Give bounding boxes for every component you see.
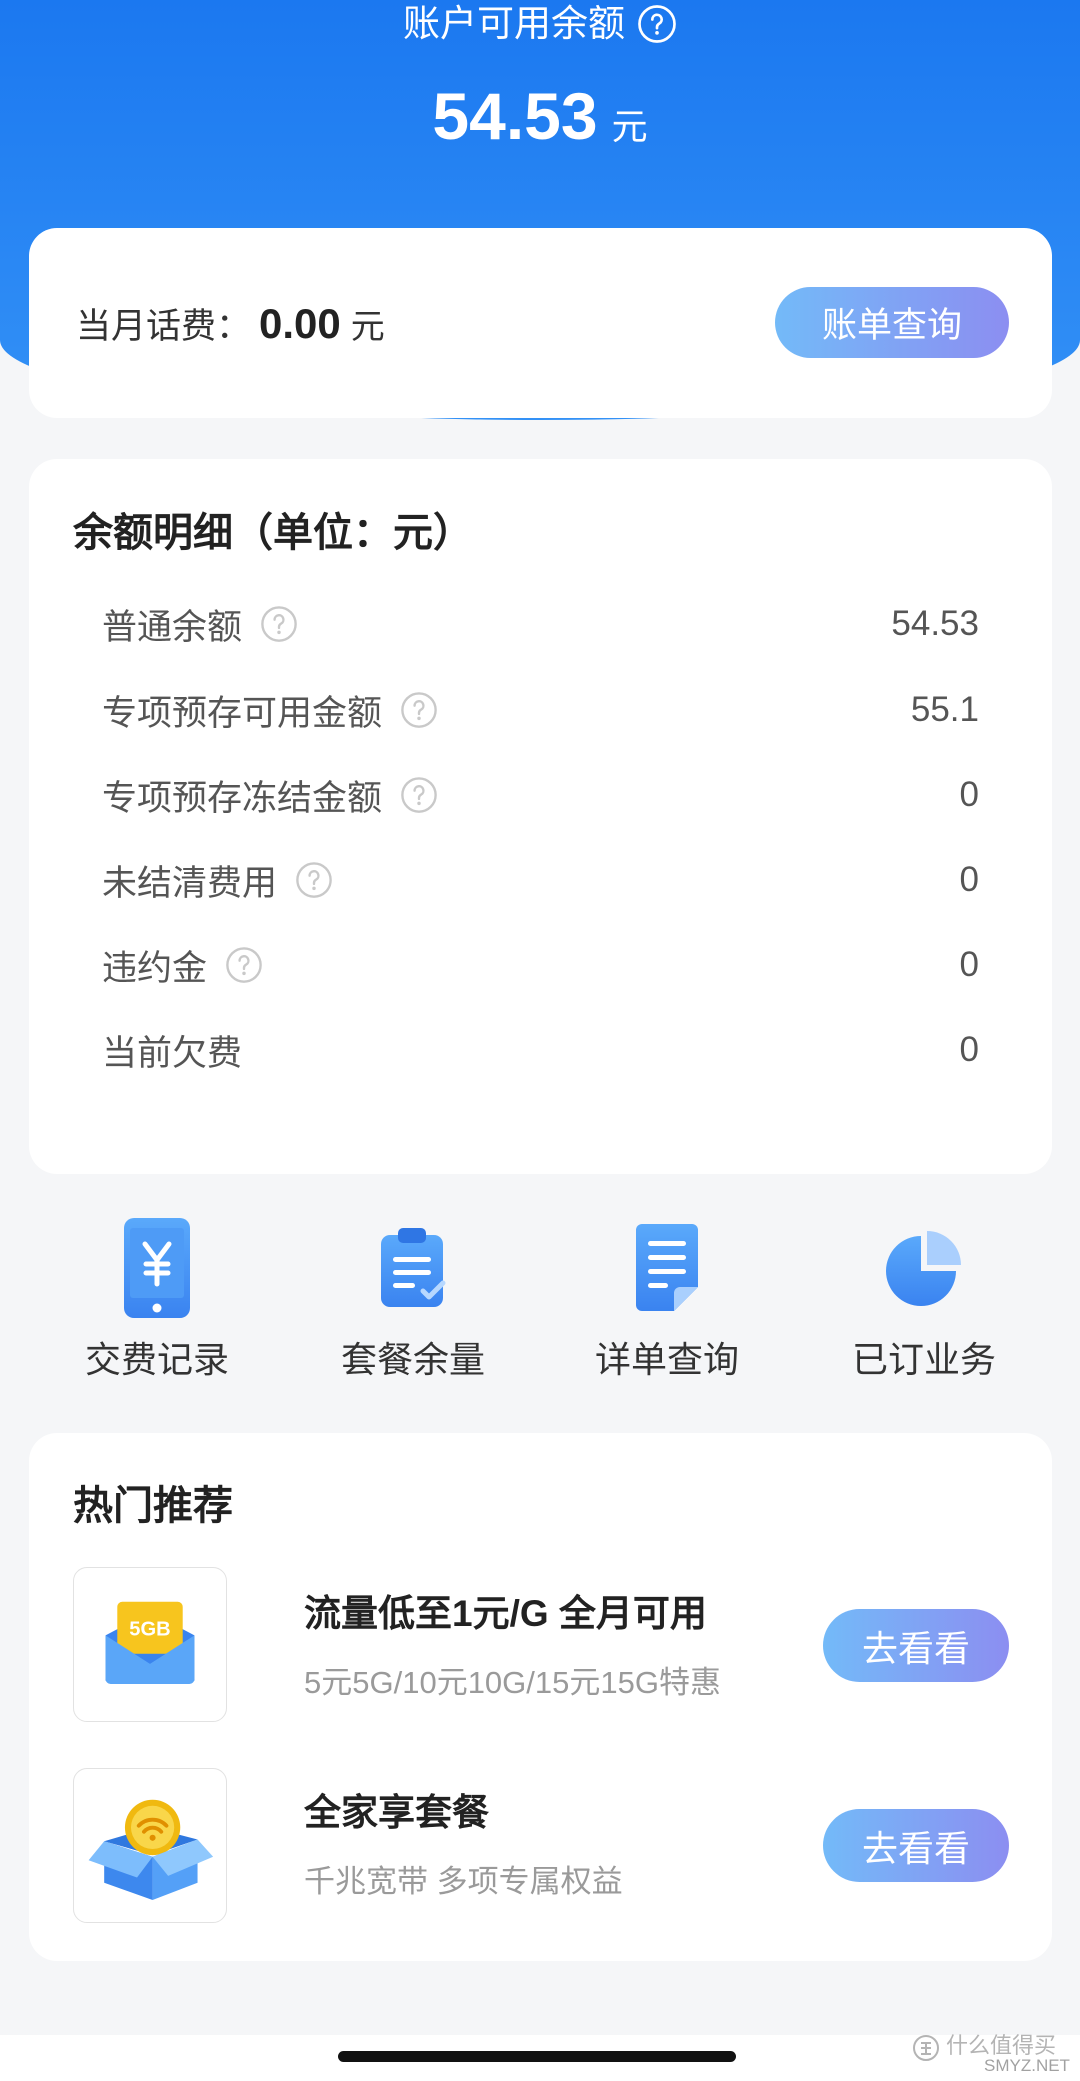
shortcut-plan-remaining[interactable]: 套餐余量 bbox=[303, 1205, 523, 1390]
detail-row: 普通余额 54.53 bbox=[102, 594, 979, 654]
document-list-icon bbox=[636, 1224, 698, 1311]
view-button[interactable]: 去看看 bbox=[823, 1609, 1009, 1682]
detail-row-value: 0 bbox=[959, 775, 979, 814]
detail-row-label: 专项预存冻结金额 bbox=[102, 778, 383, 818]
monthly-fee-line: 当月话费： 0.00 元 bbox=[76, 294, 385, 354]
detail-row-value: 55.1 bbox=[910, 690, 979, 729]
available-balance: 54.53 元 bbox=[0, 78, 1080, 154]
monthly-fee-amount: 0.00 bbox=[259, 300, 341, 347]
question-circle-icon[interactable] bbox=[400, 776, 438, 814]
bill-query-button[interactable]: 账单查询 bbox=[775, 287, 1009, 358]
shortcut-label: 套餐余量 bbox=[340, 1339, 485, 1380]
monthly-fee-label: 当月话费： bbox=[76, 307, 252, 346]
header-title-row: 账户可用余额 bbox=[0, 0, 1080, 48]
question-circle-icon[interactable] bbox=[260, 605, 298, 643]
detail-row-label: 普通余额 bbox=[102, 607, 243, 647]
question-circle-icon[interactable] bbox=[637, 4, 677, 44]
header-title: 账户可用余额 bbox=[403, 3, 625, 44]
shortcut-label: 交费记录 bbox=[84, 1339, 229, 1380]
question-circle-icon[interactable] bbox=[295, 861, 333, 899]
recommend-title: 热门推荐 bbox=[73, 1484, 233, 1528]
shortcut-label: 已订业务 bbox=[851, 1339, 996, 1380]
detail-row-left: 专项预存冻结金额 bbox=[102, 770, 438, 821]
recommend-card: 热门推荐 5GB 流量低至1元/G 全月可用 5元5G/10元10G/15元15… bbox=[29, 1433, 1052, 1961]
balance-unit: 元 bbox=[611, 106, 648, 147]
home-indicator[interactable] bbox=[338, 2051, 736, 2062]
watermark: 什么值得买 SMYZ.NET bbox=[912, 2030, 1072, 2078]
detail-row-label: 当前欠费 bbox=[102, 1033, 243, 1073]
recommend-item[interactable]: 5GB 流量低至1元/G 全月可用 5元5G/10元10G/15元15G特惠 去… bbox=[73, 1567, 1009, 1722]
recommend-item[interactable]: 全家享套餐 千兆宽带 多项专属权益 去看看 bbox=[73, 1768, 1009, 1923]
detail-row: 违约金 0 bbox=[102, 935, 979, 995]
detail-row-label: 未结清费用 bbox=[102, 863, 278, 903]
shortcut-label: 详单查询 bbox=[594, 1339, 739, 1380]
detail-row-label: 专项预存可用金额 bbox=[102, 693, 383, 733]
shortcut-icon-wrap bbox=[557, 1215, 777, 1321]
clipboard-check-icon bbox=[381, 1228, 446, 1307]
view-button[interactable]: 去看看 bbox=[823, 1809, 1009, 1882]
monthly-fee-card: 当月话费： 0.00 元 账单查询 bbox=[29, 228, 1052, 418]
account-balance-screen: 账户可用余额 54.53 元 当月话费： 0.00 元 账单查询 余额明细（单位… bbox=[0, 0, 1080, 2081]
watermark-logo-icon bbox=[913, 2035, 939, 2061]
shortcut-icon-wrap bbox=[303, 1215, 523, 1321]
recommend-item-title: 流量低至1元/G 全月可用 bbox=[304, 1593, 707, 1634]
wifi-box-icon bbox=[88, 1799, 214, 1900]
detail-row-value: 0 bbox=[959, 945, 979, 984]
monthly-fee-unit: 元 bbox=[350, 308, 385, 346]
detail-row: 未结清费用 0 bbox=[102, 850, 979, 910]
recommend-thumbnail bbox=[73, 1768, 227, 1923]
recommend-item-title: 全家享套餐 bbox=[304, 1792, 489, 1833]
balance-detail-title: 余额明细（单位：元） bbox=[73, 511, 473, 555]
detail-row-left: 当前欠费 bbox=[102, 1025, 242, 1076]
pie-chart-icon bbox=[886, 1231, 961, 1306]
detail-row-left: 专项预存可用金额 bbox=[102, 685, 438, 736]
detail-row: 专项预存冻结金额 0 bbox=[102, 765, 979, 825]
detail-row-left: 违约金 bbox=[102, 940, 263, 991]
balance-value: 54.53 bbox=[432, 79, 598, 153]
question-circle-icon[interactable] bbox=[400, 691, 438, 729]
detail-row: 专项预存可用金额 55.1 bbox=[102, 680, 979, 740]
detail-row-value: 0 bbox=[959, 1030, 979, 1069]
detail-row-left: 未结清费用 bbox=[102, 855, 333, 906]
detail-row-left: 普通余额 bbox=[102, 599, 298, 650]
recommend-item-subtitle: 5元5G/10元10G/15元15G特惠 bbox=[304, 1665, 721, 1700]
detail-row-label: 违约金 bbox=[102, 948, 208, 988]
watermark-site: SMYZ.NET bbox=[984, 2056, 1070, 2075]
recommend-item-subtitle: 千兆宽带 多项专属权益 bbox=[304, 1864, 623, 1899]
detail-row-value: 0 bbox=[959, 860, 979, 899]
shortcut-icon-wrap bbox=[47, 1215, 267, 1321]
shortcut-payment-records[interactable]: 交费记录 bbox=[47, 1205, 267, 1390]
shortcut-subscribed-services[interactable]: 已订业务 bbox=[814, 1205, 1034, 1390]
question-circle-icon[interactable] bbox=[225, 946, 263, 984]
phone-yuan-icon bbox=[124, 1218, 190, 1318]
detail-row: 当前欠费 0 bbox=[102, 1020, 979, 1080]
data-amount-text: 5GB bbox=[129, 1618, 170, 1640]
detail-row-value: 54.53 bbox=[891, 604, 979, 643]
balance-detail-card: 余额明细（单位：元） 普通余额 54.53 专项预存可用金额 55.1 专项预存… bbox=[29, 459, 1052, 1174]
shortcut-detail-query[interactable]: 详单查询 bbox=[557, 1205, 777, 1390]
shortcut-icon-wrap bbox=[814, 1215, 1034, 1321]
recommend-thumbnail: 5GB bbox=[73, 1567, 227, 1722]
data-envelope-icon: 5GB bbox=[105, 1601, 195, 1684]
